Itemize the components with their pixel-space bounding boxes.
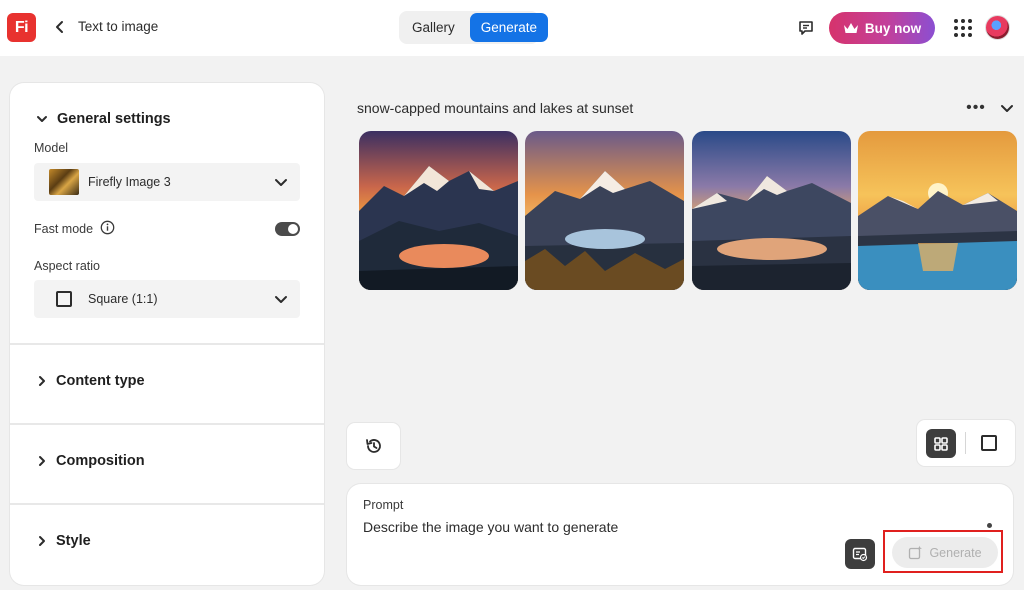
composition-section[interactable]: Composition xyxy=(10,425,324,505)
content-type-section[interactable]: Content type xyxy=(10,345,324,425)
generated-image-4[interactable] xyxy=(858,131,1017,290)
style-header[interactable]: Style xyxy=(37,533,91,549)
buy-now-button[interactable]: Buy now xyxy=(829,12,935,44)
chevron-down-icon[interactable] xyxy=(999,100,1015,116)
buy-now-label: Buy now xyxy=(864,20,922,36)
chevron-right-icon xyxy=(39,536,45,546)
general-settings-header[interactable]: General settings xyxy=(36,111,171,127)
app-header: Fi Text to image Gallery Generate Buy no… xyxy=(0,0,1024,56)
generate-sparkle-icon xyxy=(909,545,923,560)
result-prompt-title: snow-capped mountains and lakes at sunse… xyxy=(357,100,634,116)
fast-mode-label: Fast mode xyxy=(34,222,94,236)
composition-title: Composition xyxy=(56,453,145,469)
image-settings-icon xyxy=(852,547,868,562)
style-section[interactable]: Style xyxy=(10,505,324,585)
chevron-right-icon xyxy=(39,456,45,466)
feedback-icon[interactable] xyxy=(795,17,817,39)
generated-image-2[interactable] xyxy=(525,131,684,290)
generated-image-1[interactable] xyxy=(359,131,518,290)
view-mode-toggle xyxy=(917,420,1015,466)
prompt-input[interactable] xyxy=(363,519,833,535)
prompt-label: Prompt xyxy=(363,498,404,512)
model-thumbnail xyxy=(49,169,79,195)
aspect-ratio-select[interactable]: Square (1:1) xyxy=(34,280,300,318)
generate-label: Generate xyxy=(929,545,982,560)
grid-view-button[interactable] xyxy=(926,429,956,458)
model-label: Model xyxy=(34,141,69,155)
chevron-down-icon xyxy=(275,296,287,303)
content-type-header[interactable]: Content type xyxy=(37,373,145,389)
settings-panel: General settings Model Firefly Image 3 F… xyxy=(10,83,324,585)
aspect-ratio-label: Aspect ratio xyxy=(34,259,101,273)
indicator-dot xyxy=(987,523,992,528)
grid-icon xyxy=(934,436,948,451)
crown-icon xyxy=(843,23,858,33)
prompt-panel: Prompt Generate xyxy=(347,484,1013,585)
tab-gallery[interactable]: Gallery xyxy=(401,13,466,42)
apps-grid-icon[interactable] xyxy=(953,18,973,38)
general-settings-title: General settings xyxy=(57,111,171,127)
general-settings-section: General settings Model Firefly Image 3 F… xyxy=(10,83,324,345)
image-reference-button[interactable] xyxy=(845,539,875,569)
square-icon xyxy=(56,291,72,307)
history-button[interactable] xyxy=(347,423,400,469)
chevron-right-icon xyxy=(39,376,45,386)
generate-button[interactable]: Generate xyxy=(892,537,998,568)
page-title: Text to image xyxy=(78,19,159,34)
mode-switcher: Gallery Generate xyxy=(399,11,549,44)
fast-mode-toggle[interactable] xyxy=(275,222,300,236)
history-icon xyxy=(365,439,381,453)
more-options-icon[interactable]: ••• xyxy=(965,99,987,116)
generated-image-3[interactable] xyxy=(692,131,851,290)
style-title: Style xyxy=(56,533,91,549)
content-type-title: Content type xyxy=(56,373,145,389)
model-select[interactable]: Firefly Image 3 xyxy=(34,163,300,201)
view-divider xyxy=(965,432,966,454)
tab-generate[interactable]: Generate xyxy=(469,13,549,42)
avatar[interactable] xyxy=(985,15,1010,40)
model-value: Firefly Image 3 xyxy=(88,175,171,189)
back-arrow-icon[interactable] xyxy=(50,17,70,37)
composition-header[interactable]: Composition xyxy=(37,453,145,469)
firefly-logo[interactable]: Fi xyxy=(7,13,36,42)
info-icon[interactable] xyxy=(100,220,115,235)
aspect-ratio-value: Square (1:1) xyxy=(88,292,158,306)
single-view-button[interactable] xyxy=(981,435,997,451)
chevron-down-icon xyxy=(275,179,287,186)
chevron-down-icon xyxy=(37,116,47,122)
